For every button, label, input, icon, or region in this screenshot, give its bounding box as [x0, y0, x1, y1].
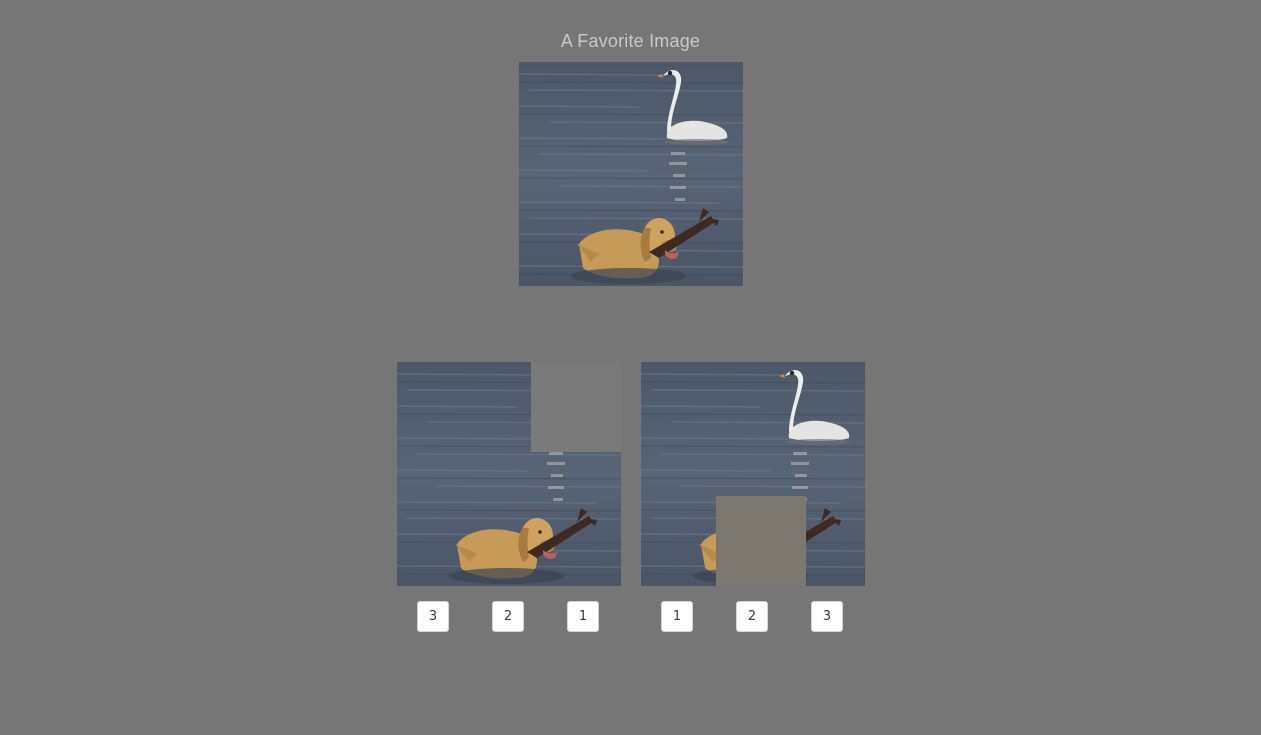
right-choice-button-1[interactable]: 1 — [661, 601, 693, 632]
main-image — [519, 62, 743, 286]
page: A Favorite Image 3 2 1 1 2 3 — [0, 0, 1261, 735]
right-image — [641, 362, 865, 586]
page-title: A Favorite Image — [560, 31, 701, 51]
left-choice-button-3[interactable]: 1 — [567, 601, 599, 632]
mask-square — [716, 496, 806, 586]
mask-square — [531, 362, 621, 452]
left-choice-button-1[interactable]: 3 — [417, 601, 449, 632]
left-image — [397, 362, 621, 586]
dog-and-swan-photo — [519, 62, 743, 286]
right-choice-button-3[interactable]: 3 — [811, 601, 843, 632]
left-choice-button-2[interactable]: 2 — [492, 601, 524, 632]
right-choice-button-2[interactable]: 2 — [736, 601, 768, 632]
